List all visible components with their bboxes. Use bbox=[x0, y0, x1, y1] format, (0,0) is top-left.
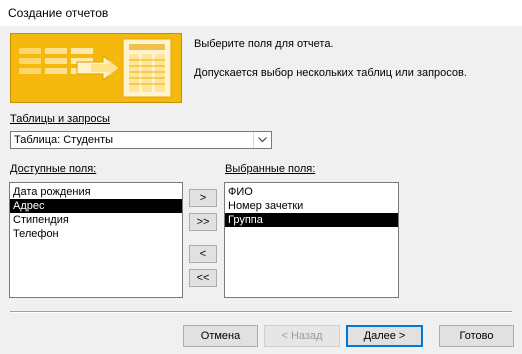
available-item[interactable]: Дата рождения bbox=[10, 185, 182, 199]
selected-item-selected[interactable]: Группа bbox=[225, 213, 398, 227]
available-fields-label: Доступные поля: bbox=[10, 163, 97, 175]
source-combobox-value: Таблица: Студенты bbox=[14, 134, 114, 146]
window-title: Создание отчетов bbox=[8, 6, 109, 20]
next-button[interactable]: Далее > bbox=[346, 325, 423, 347]
selected-item[interactable]: ФИО bbox=[225, 185, 398, 199]
remove-all-fields-button[interactable]: << bbox=[189, 269, 217, 287]
available-fields-list[interactable]: Дата рождения Адрес Стипендия Телефон bbox=[9, 182, 183, 298]
footer-separator bbox=[10, 311, 512, 313]
source-combobox[interactable]: Таблица: Студенты bbox=[10, 131, 272, 149]
instruction-line-1: Выберите поля для отчета. bbox=[194, 38, 334, 50]
back-button[interactable]: < Назад bbox=[264, 325, 340, 347]
selected-fields-list[interactable]: ФИО Номер зачетки Группа bbox=[224, 182, 399, 298]
available-item-selected[interactable]: Адрес bbox=[10, 199, 182, 213]
cancel-button[interactable]: Отмена bbox=[183, 325, 258, 347]
available-item[interactable]: Стипендия bbox=[10, 213, 182, 227]
selected-item[interactable]: Номер зачетки bbox=[225, 199, 398, 213]
selected-fields-label: Выбранные поля: bbox=[225, 163, 316, 175]
finish-button[interactable]: Готово bbox=[439, 325, 514, 347]
add-all-fields-button[interactable]: >> bbox=[189, 213, 217, 231]
chevron-down-icon[interactable] bbox=[253, 132, 271, 148]
add-field-button[interactable]: > bbox=[189, 189, 217, 207]
wizard-banner-illustration bbox=[10, 33, 182, 103]
instruction-line-2: Допускается выбор нескольких таблиц или … bbox=[194, 67, 467, 79]
source-label: Таблицы и запросы bbox=[10, 113, 110, 125]
remove-field-button[interactable]: < bbox=[189, 245, 217, 263]
available-item[interactable]: Телефон bbox=[10, 227, 182, 241]
fields-to-report-icon bbox=[19, 38, 172, 98]
title-bar: Создание отчетов bbox=[0, 0, 522, 26]
